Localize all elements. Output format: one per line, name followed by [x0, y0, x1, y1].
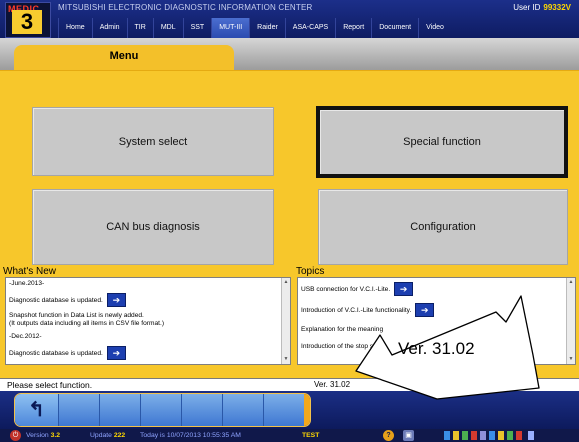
- menu-tab: Menu: [14, 45, 234, 70]
- tray-icon-8[interactable]: [507, 431, 513, 440]
- footer-date: Today is 10/07/2013 10:55:35 AM: [140, 429, 241, 442]
- status-bar: Please select function. Ver. 31.02: [0, 378, 579, 392]
- nav-tab-video[interactable]: Video: [418, 18, 451, 38]
- nav-tab-mut-iii[interactable]: MUT-III: [211, 18, 250, 38]
- footer-update-value: 222: [113, 432, 126, 439]
- arrow-right-icon[interactable]: ➔: [106, 346, 126, 360]
- toolbar-slot-2[interactable]: [59, 394, 100, 426]
- tray-icon-4[interactable]: [471, 431, 477, 440]
- whats-new-title: What's New: [3, 266, 57, 277]
- footer-mode: TEST: [302, 432, 320, 439]
- nav-tab-report[interactable]: Report: [335, 18, 371, 38]
- whats-new-date: -Dec.2012-: [9, 333, 42, 340]
- info-icon[interactable]: ▣: [403, 430, 414, 441]
- scroll-up-icon[interactable]: ▲: [567, 278, 575, 287]
- topic-item-text: Explanation for the meaning: [301, 326, 384, 333]
- scroll-down-icon[interactable]: ▼: [282, 355, 290, 364]
- topics-scrollbar[interactable]: ▲ ▼: [566, 278, 575, 364]
- toolbar-slot-5[interactable]: [182, 394, 223, 426]
- special-function-button[interactable]: Special function: [316, 106, 568, 178]
- whats-new-list[interactable]: -June.2013- Diagnostic database is updat…: [5, 277, 291, 365]
- whats-new-scrollbar[interactable]: ▲ ▼: [281, 278, 290, 364]
- tray-icon-5[interactable]: [480, 431, 486, 440]
- power-icon[interactable]: ⏻: [10, 430, 21, 441]
- arrow-right-icon[interactable]: ➔: [394, 282, 414, 297]
- footer-update-label: Update: [90, 432, 112, 439]
- tray-icon-3[interactable]: [462, 431, 468, 440]
- nav-tab-document[interactable]: Document: [371, 18, 418, 38]
- scroll-up-icon[interactable]: ▲: [282, 278, 290, 287]
- list-item[interactable]: USB connection for V.C.I.-Lite. ➔: [301, 282, 575, 298]
- news-item-text: Diagnostic database is updated.: [9, 349, 103, 357]
- arrow-right-icon[interactable]: ➔: [106, 293, 126, 307]
- nav-tab-admin[interactable]: Admin: [91, 18, 127, 38]
- toolbar-slot-3[interactable]: [100, 394, 141, 426]
- tray-icon-7[interactable]: [498, 431, 504, 440]
- nav-tab-tir[interactable]: TIR: [126, 18, 153, 38]
- app-logo: MEDIC 3: [5, 2, 51, 38]
- return-arrow-icon: ↰: [28, 399, 45, 421]
- list-item[interactable]: Introduction of V.C.I.-Lite functionalit…: [301, 303, 575, 319]
- nav-tab-raider[interactable]: Raider: [249, 18, 285, 38]
- logo-number: 3: [12, 10, 42, 34]
- tray-icon-9[interactable]: [516, 431, 522, 440]
- nav-tabs: Home Admin TIR MDL SST MUT-III Raider AS…: [58, 18, 451, 38]
- footer-version-label: Version: [26, 432, 49, 439]
- user-id-display: User ID 99332V: [513, 3, 571, 12]
- toolbar-slot-7[interactable]: [264, 394, 304, 426]
- news-item-text: (It outputs data including all items in …: [9, 320, 165, 327]
- footer-date-value: 10/07/2013 10:55:35 AM: [166, 432, 241, 439]
- top-bar: MEDIC 3 MITSUBISHI ELECTRONIC DIAGNOSTIC…: [0, 0, 579, 38]
- main-panel: System select Special function CAN bus d…: [0, 70, 579, 379]
- footer-version-value: 3.2: [50, 432, 61, 439]
- topics-title: Topics: [296, 266, 325, 277]
- toolbar-button-group: ↰: [14, 393, 311, 427]
- whats-new-date: -June.2013-: [9, 280, 45, 287]
- footer-update: Update 222: [90, 429, 125, 442]
- list-item[interactable]: Explanation for the meaning: [301, 324, 575, 336]
- nav-tab-home[interactable]: Home: [58, 18, 92, 38]
- nav-tab-asa-caps[interactable]: ASA-CAPS: [284, 18, 335, 38]
- status-version: Ver. 31.02: [314, 380, 351, 389]
- tray-icon-2[interactable]: [453, 431, 459, 440]
- toolbar-end-cap: [304, 394, 310, 426]
- topic-item-text: Introduction of V.C.I.-Lite functionalit…: [301, 307, 412, 314]
- toolbar-slot-6[interactable]: [223, 394, 264, 426]
- topic-item-text: Introduction of the stop s: [301, 343, 374, 350]
- list-item[interactable]: Diagnostic database is updated. ➔: [9, 293, 290, 307]
- user-id-value: 99332V: [543, 3, 571, 12]
- nav-tab-sst[interactable]: SST: [182, 18, 212, 38]
- version-callout-text: Ver. 31.02: [398, 339, 475, 358]
- menu-title: Menu: [109, 50, 139, 62]
- footer-bar: ⏻ Version 3.2 Update 222 Today is 10/07/…: [0, 429, 579, 442]
- app-title: MITSUBISHI ELECTRONIC DIAGNOSTIC INFORMA…: [58, 3, 313, 12]
- bottom-toolbar: ↰: [0, 391, 579, 429]
- status-message: Please select function.: [7, 380, 93, 390]
- news-item-text: Diagnostic database is updated.: [9, 296, 103, 304]
- system-select-button[interactable]: System select: [32, 107, 274, 176]
- list-item[interactable]: Diagnostic database is updated. ➔: [9, 346, 290, 360]
- scroll-down-icon[interactable]: ▼: [567, 355, 575, 364]
- tray-icon-1[interactable]: [444, 431, 450, 440]
- arrow-right-icon[interactable]: ➔: [415, 303, 435, 318]
- toolbar-slot-4[interactable]: [141, 394, 182, 426]
- app-window: MEDIC 3 MITSUBISHI ELECTRONIC DIAGNOSTIC…: [0, 0, 579, 442]
- topic-item-text: USB connection for V.C.I.-Lite.: [301, 286, 391, 293]
- news-item-text: Snapshot function in Data List is newly …: [9, 312, 144, 319]
- nav-tab-mdl[interactable]: MDL: [152, 18, 183, 38]
- configuration-button[interactable]: Configuration: [318, 189, 568, 265]
- help-icon[interactable]: ?: [383, 430, 394, 441]
- tray-icon-6[interactable]: [489, 431, 495, 440]
- back-button[interactable]: ↰: [15, 394, 59, 426]
- tray-icon-10[interactable]: [528, 431, 534, 440]
- footer-date-label: Today is: [140, 432, 165, 439]
- footer-version: Version 3.2: [26, 429, 60, 442]
- can-bus-diagnosis-button[interactable]: CAN bus diagnosis: [32, 189, 274, 265]
- user-id-label: User ID: [513, 3, 541, 12]
